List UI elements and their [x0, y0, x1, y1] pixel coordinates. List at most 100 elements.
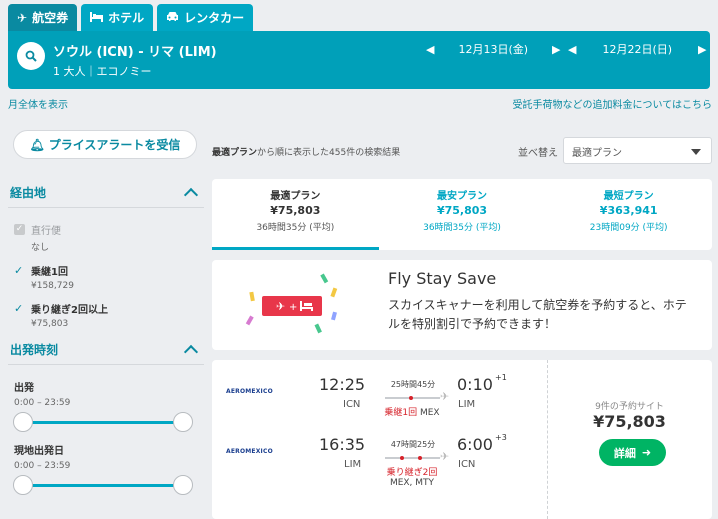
prev-depart-date-button[interactable]: ◀ — [426, 43, 434, 56]
stop-option-label: 直行便 — [31, 226, 61, 237]
tab-label: ホテル — [108, 11, 145, 25]
tab-label: レンタカー — [184, 11, 245, 25]
leg2-depart-airport: LIM — [344, 459, 362, 470]
arrow-right-icon: ➜ — [641, 446, 652, 459]
leg2-stops-via: MEX, MTY — [389, 478, 435, 488]
stops-section-header[interactable]: 経由地 — [8, 184, 204, 208]
leg2-day-offset: +3 — [495, 433, 507, 442]
stop-option-two-plus[interactable]: ✓ 乗り継ぎ2回以上 ¥75,803 — [14, 301, 204, 329]
price-alert-label: プライスアラートを受信 — [48, 138, 181, 152]
slider-track — [21, 484, 185, 487]
booking-sites-count: 9件の予約サイト — [595, 402, 664, 412]
stops-via: MEX — [419, 408, 440, 418]
leg1-arrive-time: 0:10 — [457, 375, 493, 394]
leg1-depart-airport: ICN — [343, 399, 361, 410]
stop-option-label: 乗継1回 — [31, 267, 68, 278]
return-date-control: ◀ 12月22日(日) ▶ — [568, 41, 707, 57]
slider-handle-min[interactable] — [13, 412, 33, 432]
slider-handle-min[interactable] — [13, 475, 33, 495]
plan-card-best[interactable]: 最適プラン ¥75,803 36時間35分 (平均) — [212, 179, 379, 250]
airline-logo: AEROMEXICO — [226, 448, 273, 455]
return-date[interactable]: 12月22日(日) — [602, 41, 672, 57]
local-depart-label: 現地出発日 — [14, 446, 64, 457]
next-depart-date-button[interactable]: ▶ — [552, 43, 560, 56]
plan-card-price: ¥75,803 — [270, 204, 321, 217]
plane-icon: ✈ — [17, 10, 28, 25]
plan-card-price: ¥75,803 — [436, 204, 488, 217]
flight-price: ¥75,803 — [593, 412, 666, 431]
leg2-duration: 47時間25分 — [390, 440, 436, 449]
depart-date-control: ◀ 12月13日(金) ▶ — [426, 41, 561, 57]
leg2-stops-count: 乗り継ぎ2回 — [386, 468, 438, 478]
promo-banner[interactable]: ✈ + Fly Stay Save スカイスキャナーを利用して航空券を予約すると… — [212, 260, 712, 350]
leg2-arrive-airport: ICN — [458, 459, 476, 470]
slider-handle-max[interactable] — [173, 475, 193, 495]
flight-result-card[interactable]: AEROMEXICO 12:25 ICN 25時間45分 ✈ 乗継1回 MEX … — [212, 360, 712, 519]
month-view-link[interactable]: 月全体を表示 — [8, 96, 68, 111]
route-text[interactable]: ソウル (ICN) - リマ (LIM) — [53, 41, 217, 60]
stop-option-price: ¥75,803 — [31, 319, 69, 329]
stop-option-one[interactable]: ✓ 乗継1回 ¥158,729 — [14, 263, 204, 291]
depart-time-slider[interactable] — [13, 412, 193, 432]
plan-card-duration: 36時間35分 (平均) — [256, 223, 335, 233]
local-depart-range: 0:00 – 23:59 — [14, 461, 71, 471]
stop-dot — [418, 456, 422, 460]
price-alert-button[interactable]: 🔔︎ プライスアラートを受信 — [13, 130, 197, 159]
plane-icon: ✈ — [440, 390, 450, 403]
bed-icon — [90, 11, 104, 25]
leg1-stops: 乗継1回 MEX — [367, 405, 457, 418]
leg2-arrive-time: 6:00 — [457, 435, 493, 454]
svg-text:✈: ✈ — [276, 300, 285, 313]
checkbox-icon[interactable]: ✓ — [14, 265, 25, 276]
search-summary-bar[interactable]: ソウル (ICN) - リマ (LIM) 1 大人｜エコノミー ◀ 12月13日… — [8, 31, 710, 89]
product-tabs: ✈ 航空券 ホテル レンタカー — [8, 4, 254, 31]
tab-car-rental[interactable]: レンタカー — [157, 4, 254, 31]
caret-down-icon — [691, 149, 701, 155]
plan-card-title: 最安プラン — [437, 191, 487, 202]
tab-flights[interactable]: ✈ 航空券 — [8, 4, 78, 31]
next-return-date-button[interactable]: ▶ — [698, 43, 706, 56]
depart-time-range: 0:00 – 23:59 — [14, 398, 71, 408]
depart-date[interactable]: 12月13日(金) — [458, 41, 528, 57]
prev-return-date-button[interactable]: ◀ — [568, 43, 576, 56]
time-section-header[interactable]: 出発時刻 — [8, 341, 204, 365]
stop-dot — [409, 396, 413, 400]
chevron-up-icon[interactable] — [183, 344, 199, 360]
results-summary-bold: 最適プラン — [212, 148, 258, 158]
stop-option-direct: ✓ 直行便 なし — [14, 222, 204, 253]
sort-select[interactable]: 最適プラン — [563, 137, 712, 164]
fees-link[interactable]: 受託手荷物などの追加料金についてはこちら — [513, 96, 713, 111]
stop-dot — [400, 456, 404, 460]
results-summary: 最適プランから順に表示した455件の検索結果 — [212, 145, 400, 158]
depart-time-label: 出発 — [14, 383, 34, 394]
leg1-depart-time: 12:25 — [319, 375, 366, 394]
bell-icon: 🔔︎ — [29, 137, 45, 152]
plan-card-title: 最適プラン — [270, 191, 321, 202]
stop-option-label: 乗り継ぎ2回以上 — [31, 305, 108, 316]
leg2-depart-time: 16:35 — [319, 435, 366, 454]
leg1-duration: 25時間45分 — [390, 380, 436, 389]
chevron-up-icon[interactable] — [183, 187, 199, 203]
tab-hotels[interactable]: ホテル — [81, 4, 154, 31]
checkbox-icon[interactable]: ✓ — [14, 303, 25, 314]
stops-section-title: 経由地 — [10, 186, 47, 200]
plan-card-price: ¥363,941 — [599, 204, 658, 217]
slider-handle-max[interactable] — [173, 412, 193, 432]
local-depart-slider[interactable] — [13, 475, 193, 495]
sort-selected-value: 最適プラン — [572, 148, 622, 159]
search-icon[interactable] — [17, 42, 45, 70]
airline-logo: AEROMEXICO — [226, 388, 273, 395]
card-divider — [547, 360, 548, 519]
time-section-title: 出発時刻 — [10, 343, 59, 357]
stop-option-price: なし — [31, 243, 50, 253]
passenger-class-text[interactable]: 1 大人｜エコノミー — [53, 63, 152, 79]
checkbox-icon: ✓ — [14, 224, 25, 235]
detail-button[interactable]: 詳細 ➜ — [599, 439, 666, 466]
leg1-day-offset: +1 — [495, 373, 507, 382]
plan-card-cheapest[interactable]: 最安プラン ¥75,803 36時間35分 (平均) — [379, 179, 546, 250]
plan-card-fastest[interactable]: 最短プラン ¥363,941 23時間09分 (平均) — [545, 179, 712, 250]
detail-button-label: 詳細 — [613, 446, 636, 460]
plan-card-duration: 36時間35分 (平均) — [423, 223, 501, 233]
tab-label: 航空券 — [32, 11, 69, 25]
sort-label: 並べ替え — [518, 148, 558, 159]
